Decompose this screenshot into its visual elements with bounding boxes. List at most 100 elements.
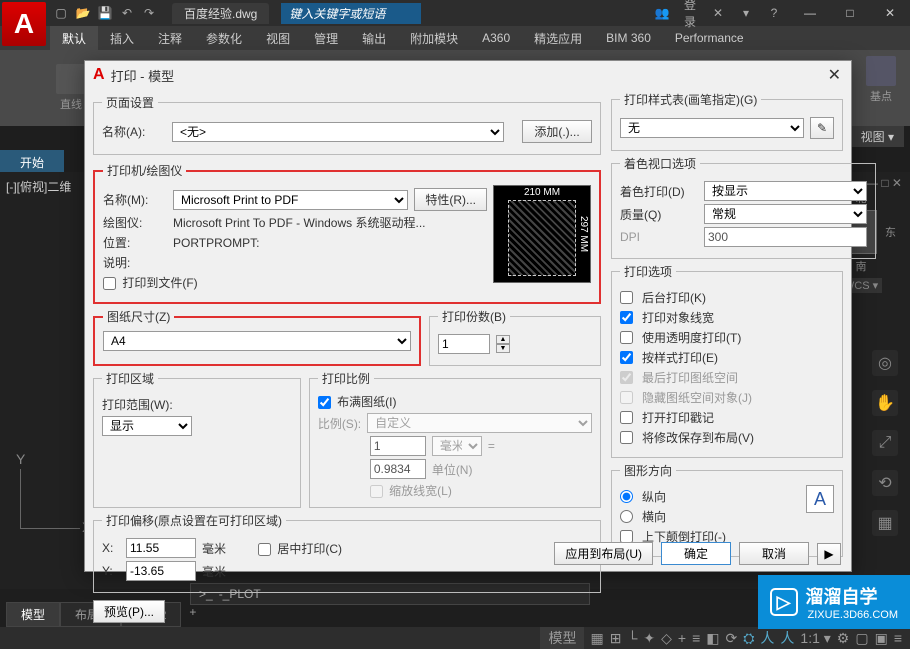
help-search-input[interactable]: 键入关键字或短语	[281, 3, 421, 24]
viewport-label[interactable]: [-][俯视]二维	[6, 178, 71, 195]
printer-properties-button[interactable]: 特性(R)...	[414, 188, 487, 211]
ribbon-tab-a360[interactable]: A360	[470, 27, 522, 49]
sb-ortho-icon[interactable]: └	[627, 630, 637, 646]
scale-mm-input	[370, 436, 426, 456]
opt-stamp-checkbox[interactable]: 打开打印戳记	[620, 409, 834, 426]
ribbon-tab-bim360[interactable]: BIM 360	[594, 27, 663, 49]
copies-input[interactable]	[438, 334, 490, 354]
open-icon[interactable]: 📂	[74, 4, 92, 22]
opt-transparency-checkbox[interactable]: 使用透明度打印(T)	[620, 329, 834, 346]
quality-label: 质量(Q)	[620, 206, 698, 223]
sb-cycle-icon[interactable]: ⟳	[725, 630, 737, 647]
tab-model[interactable]: 模型	[6, 602, 60, 627]
dialog-close-button[interactable]: ✕	[824, 65, 845, 85]
sb-trans-icon[interactable]: ◧	[706, 630, 719, 647]
orbit-icon[interactable]: ⟲	[872, 470, 898, 496]
minimize-button[interactable]: —	[790, 0, 830, 26]
sb-anno-icon[interactable]: ⛭	[743, 630, 754, 647]
stylesheet-select[interactable]: 无	[620, 118, 804, 138]
sb-model-toggle[interactable]: 模型	[540, 627, 584, 649]
shaded-legend: 着色视口选项	[620, 155, 700, 172]
ribbon-tab-addins[interactable]: 附加模块	[398, 26, 470, 51]
ribbon-tab-default[interactable]: 默认	[50, 26, 98, 51]
sb-ratio[interactable]: 1:1 ▾	[800, 630, 830, 647]
ribbon-tab-manage[interactable]: 管理	[302, 26, 350, 51]
stylesheet-legend: 打印样式表(画笔指定)(G)	[620, 91, 761, 108]
sb-custom-icon[interactable]: ≡	[894, 630, 902, 646]
document-name-tab[interactable]: 百度经验.dwg	[172, 3, 269, 24]
sb-scale2-icon[interactable]: 人	[780, 628, 794, 648]
cancel-button[interactable]: 取消	[739, 542, 809, 565]
ribbon-tab-output[interactable]: 输出	[350, 26, 398, 51]
orient-landscape-radio[interactable]: 横向	[620, 508, 806, 525]
opt-lineweight-checkbox[interactable]: 打印对象线宽	[620, 309, 834, 326]
people-icon[interactable]: 👥	[650, 3, 674, 23]
ribbon-tab-view[interactable]: 视图	[254, 26, 302, 51]
sb-dyn-icon[interactable]: +	[678, 630, 686, 646]
quality-select[interactable]: 常规	[704, 204, 867, 224]
view-dropdown[interactable]: 视图 ▾	[851, 126, 904, 147]
close-button[interactable]: ✕	[870, 0, 910, 26]
preview-button[interactable]: 预览(P)...	[93, 600, 165, 623]
printer-name-label: 名称(M):	[103, 191, 167, 208]
dialog-title: 打印 - 模型	[111, 66, 175, 85]
plot-options-fieldset: 打印选项 后台打印(K) 打印对象线宽 使用透明度打印(T) 按样式打印(E) …	[611, 263, 843, 458]
ribbon-tab-insert[interactable]: 插入	[98, 26, 146, 51]
help-icon[interactable]: ?	[762, 3, 786, 23]
offset-y-label: Y:	[102, 564, 120, 578]
ribbon-tab-annotate[interactable]: 注释	[146, 26, 194, 51]
title-bar: ▢ 📂 💾 ↶ ↷ 百度经验.dwg 键入关键字或短语 👥 登录 ✕ ▾ ? —…	[0, 0, 910, 26]
pagesetup-name-select[interactable]: <无>	[172, 122, 504, 142]
sb-gear-icon[interactable]: ⚙	[837, 630, 850, 647]
orient-portrait-radio[interactable]: 纵向	[620, 488, 806, 505]
sb-snap-icon[interactable]: ⊞	[610, 630, 622, 647]
pagesetup-add-button[interactable]: 添加(.)...	[522, 120, 592, 143]
sb-osnap-icon[interactable]: ◇	[661, 630, 672, 647]
copies-spinner[interactable]: ▲▼	[496, 335, 510, 353]
location-value: PORTPROMPT:	[173, 236, 259, 250]
sb-polar-icon[interactable]: ✦	[643, 630, 655, 647]
opt-background-checkbox[interactable]: 后台打印(K)	[620, 289, 834, 306]
shade-plot-select[interactable]: 按显示	[704, 181, 867, 201]
ribbon-tab-performance[interactable]: Performance	[663, 27, 756, 49]
ribbon-tab-featured[interactable]: 精选应用	[522, 26, 594, 51]
exchange-icon[interactable]: ✕	[706, 3, 730, 23]
showmotion-icon[interactable]: ▦	[872, 510, 898, 536]
description-label: 说明:	[103, 254, 167, 271]
save-icon[interactable]: 💾	[96, 4, 114, 22]
expand-button[interactable]: ▶	[817, 543, 841, 565]
ribbon-tab-param[interactable]: 参数化	[194, 26, 254, 51]
opt-save-checkbox[interactable]: 将修改保存到布局(V)	[620, 429, 834, 446]
plotarea-fieldset: 打印区域 打印范围(W): 显示	[93, 370, 301, 508]
printer-name-select[interactable]: Microsoft Print to PDF	[173, 190, 408, 210]
page-setup-legend: 页面设置	[102, 94, 158, 111]
sb-scale-icon[interactable]: 人	[760, 628, 774, 648]
zoom-icon[interactable]: ⤢	[872, 430, 898, 456]
new-icon[interactable]: ▢	[52, 4, 70, 22]
maximize-button[interactable]: □	[830, 0, 870, 26]
sb-lwt-icon[interactable]: ≡	[692, 630, 700, 646]
plotter-value: Microsoft Print To PDF - Windows 系统驱动程..…	[173, 214, 426, 231]
redo-icon[interactable]: ↷	[140, 4, 158, 22]
ribbon-group-basepoint[interactable]: 基点	[858, 54, 904, 106]
sb-iso-icon[interactable]: ▣	[875, 630, 888, 647]
plotarea-legend: 打印区域	[102, 370, 158, 387]
sb-grid-icon[interactable]: ▦	[590, 630, 603, 647]
stylesheet-edit-button[interactable]: ✎	[810, 117, 834, 139]
wheel-icon[interactable]: ◎	[872, 350, 898, 376]
apply-to-layout-button[interactable]: 应用到布局(U)	[554, 542, 653, 565]
fit-to-paper-checkbox[interactable]: 布满图纸(I)	[318, 395, 397, 409]
dialog-footer: 应用到布局(U) 确定 取消 ▶	[85, 542, 851, 565]
opt-bystyle-checkbox[interactable]: 按样式打印(E)	[620, 349, 834, 366]
sb-max-icon[interactable]: ▢	[855, 630, 868, 647]
pan-icon[interactable]: ✋	[872, 390, 898, 416]
print-to-file-checkbox[interactable]: 打印到文件(F)	[103, 274, 198, 291]
login-button[interactable]: 登录	[678, 3, 702, 23]
plotrange-select[interactable]: 显示	[102, 416, 192, 436]
app-menu-button[interactable]: A	[2, 2, 46, 46]
papersize-select[interactable]: A4	[103, 331, 411, 351]
cloud-icon[interactable]: ▾	[734, 3, 758, 23]
ok-button[interactable]: 确定	[661, 542, 731, 565]
undo-icon[interactable]: ↶	[118, 4, 136, 22]
dialog-app-icon: A	[93, 66, 105, 84]
